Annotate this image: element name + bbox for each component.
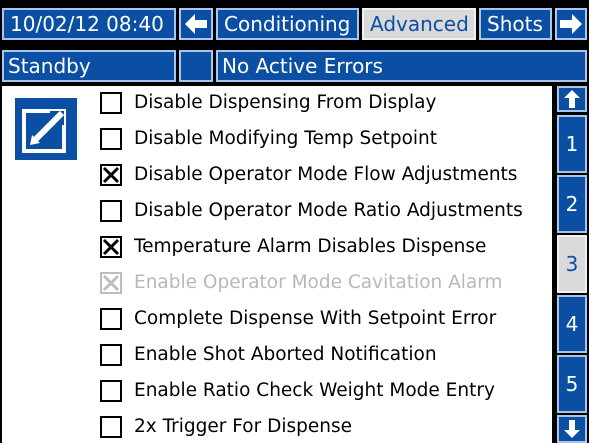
option-label: Complete Dispense With Setpoint Error [134, 308, 497, 329]
tab-shots-label: Shots [487, 12, 543, 36]
option-checkbox[interactable] [100, 379, 122, 402]
datetime-text: 10/02/12 08:40 [10, 12, 164, 36]
option-label: Disable Operator Mode Flow Adjustments [134, 164, 518, 185]
tab-conditioning[interactable]: Conditioning [216, 8, 359, 40]
page-button-4[interactable]: 4 [557, 295, 587, 353]
error-status: No Active Errors [216, 50, 587, 82]
right-arrow-icon [560, 14, 582, 34]
datetime-display: 10/02/12 08:40 [2, 8, 176, 40]
checkmark-x-icon [102, 166, 120, 183]
up-arrow-icon [564, 90, 580, 108]
option-checkbox[interactable] [100, 199, 122, 222]
option-label: 2x Trigger For Dispense [134, 416, 352, 437]
option-checkbox[interactable] [100, 307, 122, 330]
next-screen-button[interactable] [555, 8, 587, 40]
option-row[interactable]: Disable Modifying Temp Setpoint [100, 122, 437, 155]
page-button-2[interactable]: 2 [557, 175, 587, 233]
page-button-3[interactable]: 3 [557, 235, 587, 293]
option-row: Enable Operator Mode Cavitation Alarm [100, 266, 503, 299]
option-checkbox[interactable] [100, 415, 122, 438]
option-row[interactable]: Complete Dispense With Setpoint Error [100, 302, 496, 335]
option-label: Disable Modifying Temp Setpoint [134, 128, 438, 149]
page-button-label: 1 [565, 132, 579, 156]
tab-advanced-label: Advanced [370, 12, 469, 36]
option-checkbox[interactable] [100, 343, 122, 366]
option-row[interactable]: Disable Dispensing From Display [100, 86, 436, 119]
system-status: Standby [2, 50, 176, 82]
checkmark-x-icon [102, 274, 120, 291]
edit-pencil-icon [22, 109, 66, 153]
page-button-1[interactable]: 1 [557, 115, 587, 173]
scroll-up-button[interactable] [557, 86, 587, 112]
page-button-label: 2 [565, 192, 579, 216]
prev-screen-button[interactable] [179, 8, 213, 40]
scroll-down-button[interactable] [557, 415, 587, 443]
system-status-text: Standby [8, 54, 91, 78]
page-button-label: 5 [565, 372, 579, 396]
option-row[interactable]: Enable Ratio Check Weight Mode Entry [100, 374, 495, 407]
page-button-label: 4 [565, 312, 579, 336]
page-button-label: 3 [565, 252, 579, 276]
option-label: Disable Operator Mode Ratio Adjustments [134, 200, 523, 221]
tab-advanced[interactable]: Advanced [362, 8, 476, 40]
tab-shots[interactable]: Shots [479, 8, 552, 40]
option-row[interactable]: Disable Operator Mode Flow Adjustments [100, 158, 517, 191]
option-row[interactable]: Disable Operator Mode Ratio Adjustments [100, 194, 523, 227]
option-row[interactable]: Temperature Alarm Disables Dispense [100, 230, 486, 263]
down-arrow-icon [564, 420, 580, 438]
option-checkbox [100, 271, 122, 294]
edit-button[interactable] [15, 98, 77, 160]
option-label: Enable Ratio Check Weight Mode Entry [134, 380, 495, 401]
option-label: Disable Dispensing From Display [134, 92, 437, 113]
option-label: Enable Operator Mode Cavitation Alarm [134, 272, 503, 293]
option-checkbox[interactable] [100, 127, 122, 150]
option-row[interactable]: Enable Shot Aborted Notification [100, 338, 437, 371]
error-status-text: No Active Errors [222, 54, 383, 78]
option-label: Enable Shot Aborted Notification [134, 344, 437, 365]
left-arrow-icon [185, 14, 207, 34]
status-indicator [179, 50, 213, 82]
page-button-5[interactable]: 5 [557, 355, 587, 413]
option-row[interactable]: 2x Trigger For Dispense [100, 410, 352, 443]
tab-conditioning-label: Conditioning [224, 12, 351, 36]
option-checkbox[interactable] [100, 235, 122, 258]
option-checkbox[interactable] [100, 91, 122, 114]
checkmark-x-icon [102, 238, 120, 255]
option-checkbox[interactable] [100, 163, 122, 186]
option-label: Temperature Alarm Disables Dispense [134, 236, 487, 257]
